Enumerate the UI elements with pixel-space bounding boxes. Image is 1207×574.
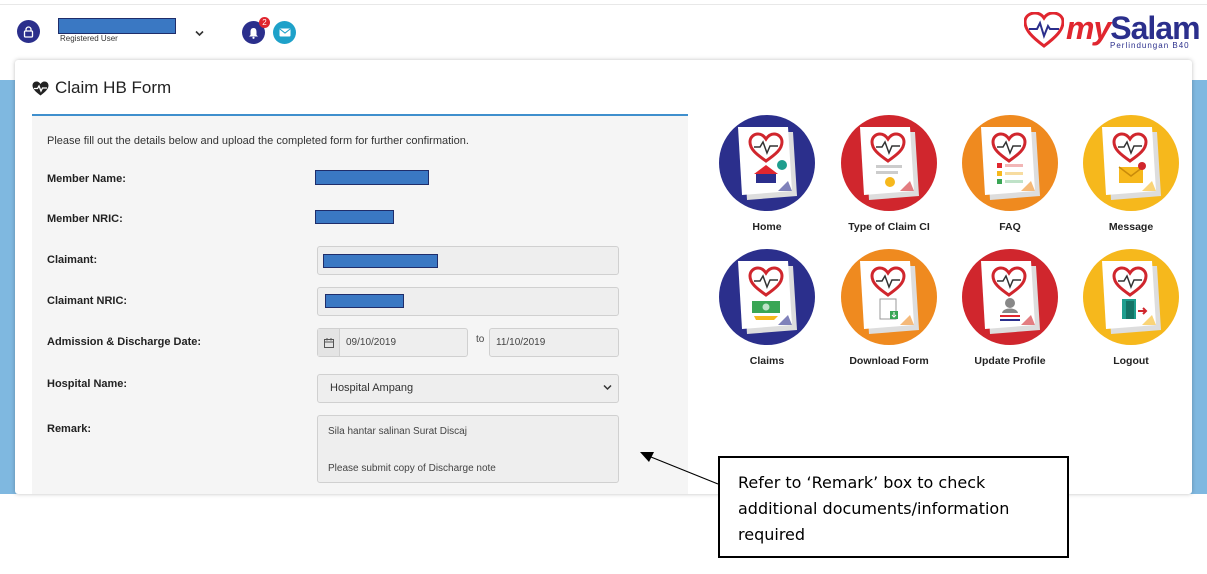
heartbeat-icon: [32, 81, 49, 95]
member-name-label: Member Name:: [47, 173, 126, 185]
hospital-select-value: Hospital Ampang: [330, 382, 414, 394]
tile-message[interactable]: Message: [1074, 115, 1186, 240]
tile-logout[interactable]: Logout: [1074, 249, 1186, 374]
page-title: Claim HB Form: [32, 78, 171, 98]
admission-date-value: 09/10/2019: [346, 337, 397, 348]
message-icon: [1083, 115, 1179, 211]
messages-button[interactable]: [273, 21, 296, 44]
page-title-text: Claim HB Form: [55, 78, 172, 97]
tile-label: Type of Claim CI: [848, 221, 930, 233]
admission-discharge-label: Admission & Discharge Date:: [47, 336, 202, 348]
discharge-date-field[interactable]: 11/10/2019: [489, 328, 619, 357]
tile-claims[interactable]: Claims: [710, 249, 822, 374]
main-card: Claim HB Form Please fill out the detail…: [15, 60, 1192, 494]
user-avatar[interactable]: [17, 20, 40, 43]
download-icon: [841, 249, 937, 345]
chevron-down-icon: [603, 375, 612, 402]
money-icon: [719, 249, 815, 345]
heart-logo-icon: [1024, 12, 1064, 48]
claimant-nric-label: Claimant NRIC:: [47, 295, 128, 307]
logo-subtitle: Perlindungan B40: [1110, 41, 1190, 50]
member-nric-redacted: [315, 210, 394, 224]
claimant-nric-field[interactable]: [317, 287, 619, 316]
member-nric-label: Member NRIC:: [47, 213, 123, 225]
tile-label: Logout: [1113, 355, 1149, 367]
app-page: Registered User 2 mySalam Perlindungan B…: [0, 0, 1207, 574]
certificate-icon: [841, 115, 937, 211]
remark-line-english: Please submit copy of Discharge note: [328, 463, 496, 474]
tile-home[interactable]: Home: [710, 115, 822, 240]
tile-label: FAQ: [999, 221, 1021, 233]
annotation-callout: Refer to ‘Remark’ box to check additiona…: [718, 456, 1069, 558]
mysalam-logo[interactable]: mySalam Perlindungan B40: [1024, 10, 1201, 54]
claimant-nric-redacted: [325, 294, 404, 308]
tile-faq[interactable]: FAQ: [953, 115, 1065, 240]
claimant-field[interactable]: [317, 246, 619, 275]
member-name-redacted: [315, 170, 429, 185]
home-icon: [719, 115, 815, 211]
annotation-arrow: [640, 452, 719, 485]
faq-list-icon: [962, 115, 1058, 211]
envelope-icon: [278, 28, 291, 37]
form-intro: Please fill out the details below and up…: [47, 135, 469, 147]
profile-icon: [962, 249, 1058, 345]
tile-label: Claims: [749, 355, 785, 367]
claimant-label: Claimant:: [47, 254, 98, 266]
tile-type-of-claim-ci[interactable]: Type of Claim CI: [832, 115, 944, 240]
hospital-select[interactable]: Hospital Ampang: [317, 374, 619, 403]
user-menu-chevron-icon[interactable]: [195, 24, 204, 42]
top-divider: [0, 4, 1207, 5]
remark-line-malay: Sila hantar salinan Surat Discaj: [328, 426, 467, 437]
hospital-name-label: Hospital Name:: [47, 378, 128, 390]
tile-update-profile[interactable]: Update Profile: [953, 249, 1065, 374]
tile-label: Download Form: [849, 355, 929, 367]
remark-textarea[interactable]: Sila hantar salinan Surat Discaj Please …: [317, 415, 619, 483]
claim-form: Please fill out the details below and up…: [32, 114, 688, 494]
annotation-line-2: additional documents/information: [738, 499, 1010, 518]
username-redacted: [58, 18, 176, 34]
user-role: Registered User: [60, 34, 118, 43]
admission-date-field[interactable]: 09/10/2019: [317, 328, 468, 357]
date-to-label: to: [476, 334, 485, 345]
tile-download-form[interactable]: Download Form: [832, 249, 944, 374]
annotation-line-3: required: [738, 525, 806, 544]
bell-icon: [249, 27, 258, 39]
logout-icon: [1083, 249, 1179, 345]
lock-user-icon: [23, 25, 34, 38]
tile-label: Update Profile: [974, 355, 1046, 367]
claimant-redacted: [323, 254, 438, 268]
top-bar: Registered User 2 mySalam Perlindungan B…: [0, 0, 1207, 60]
tile-label: Home: [752, 221, 782, 233]
tile-label: Message: [1108, 221, 1154, 233]
discharge-date-value: 11/10/2019: [496, 337, 546, 348]
annotation-line-1: Refer to ‘Remark’ box to check: [738, 473, 986, 492]
notification-badge: 2: [259, 17, 270, 28]
remark-label: Remark:: [47, 423, 92, 435]
calendar-icon[interactable]: [318, 329, 340, 356]
